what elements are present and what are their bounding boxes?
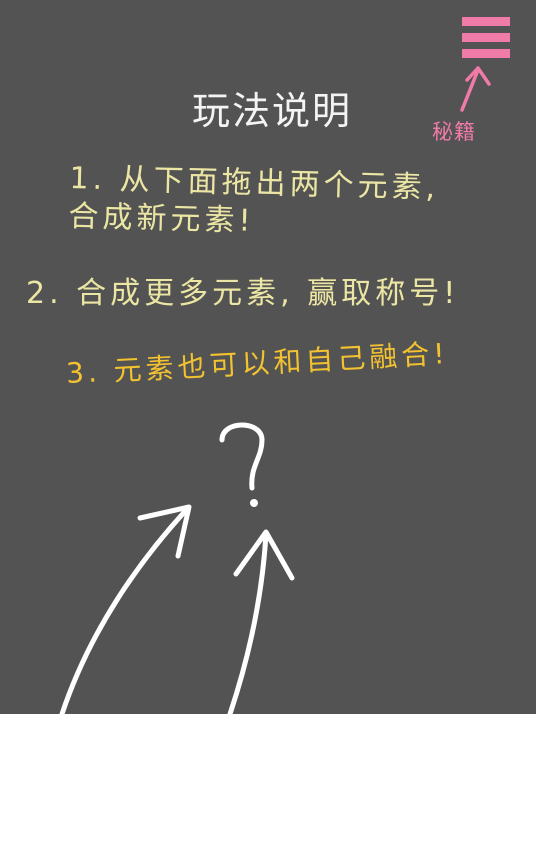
two-arrows-question-icon [59, 422, 295, 714]
element-tray [0, 714, 536, 848]
chalkboard: 玩法说明 秘籍 1. 从下面拖出两个元素, 合成新元素! 2. 合成更多元素, … [0, 0, 536, 714]
